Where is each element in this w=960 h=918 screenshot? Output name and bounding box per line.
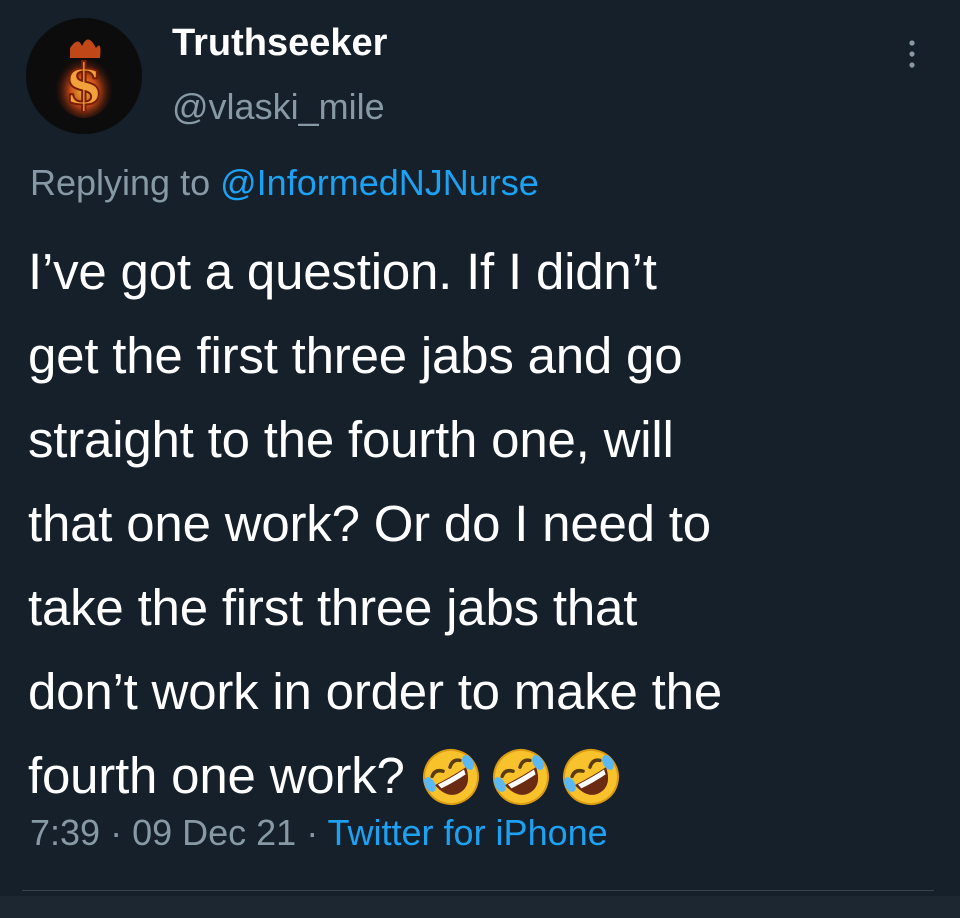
tweet-body-line: get the first three jabs and go [28,327,683,384]
tweet-body-line: straight to the fourth one, will [28,411,674,468]
user-handle[interactable]: @vlaski_mile [172,86,385,128]
dollar-fire-icon: $ [26,18,142,134]
tweet-meta: 7:39 · 09 Dec 21 · Twitter for iPhone [30,812,608,854]
rolling-on-floor-laughing-icon [422,749,479,806]
tweet-body-line: I’ve got a question. If I didn’t [28,243,657,300]
tweet-body-last-line: fourth one work? [28,734,928,822]
tweet-body-line: that one work? Or do I need to [28,495,711,552]
meta-separator: · [100,812,133,853]
tweet-date[interactable]: 09 Dec 21 [132,812,296,853]
avatar[interactable]: $ [26,18,142,134]
tweet-body: I’ve got a question. If I didn’t get the… [28,230,928,822]
replying-to-label: Replying to [30,162,211,203]
rolling-on-floor-laughing-icon [562,749,619,806]
tweet-body-line: fourth one work? [28,747,405,804]
tweet-time[interactable]: 7:39 [30,812,100,853]
tweet-source-link[interactable]: Twitter for iPhone [328,812,608,853]
svg-text:$: $ [65,52,104,118]
meta-separator: · [296,812,328,853]
tweet-card: $ Truthseeker @vlaski_mile Replying to @… [0,0,960,918]
divider [22,890,934,891]
tweet-body-line: don’t work in order to make the [28,663,722,720]
reply-mention-link[interactable]: @InformedNJNurse [220,162,539,203]
bottom-bar [0,896,960,918]
emoji-group [417,732,627,816]
replying-to: Replying to @InformedNJNurse [30,162,539,204]
more-vertical-icon[interactable] [896,36,928,72]
rolling-on-floor-laughing-icon [492,749,549,806]
tweet-body-line: take the first three jabs that [28,579,638,636]
display-name[interactable]: Truthseeker [172,22,387,65]
